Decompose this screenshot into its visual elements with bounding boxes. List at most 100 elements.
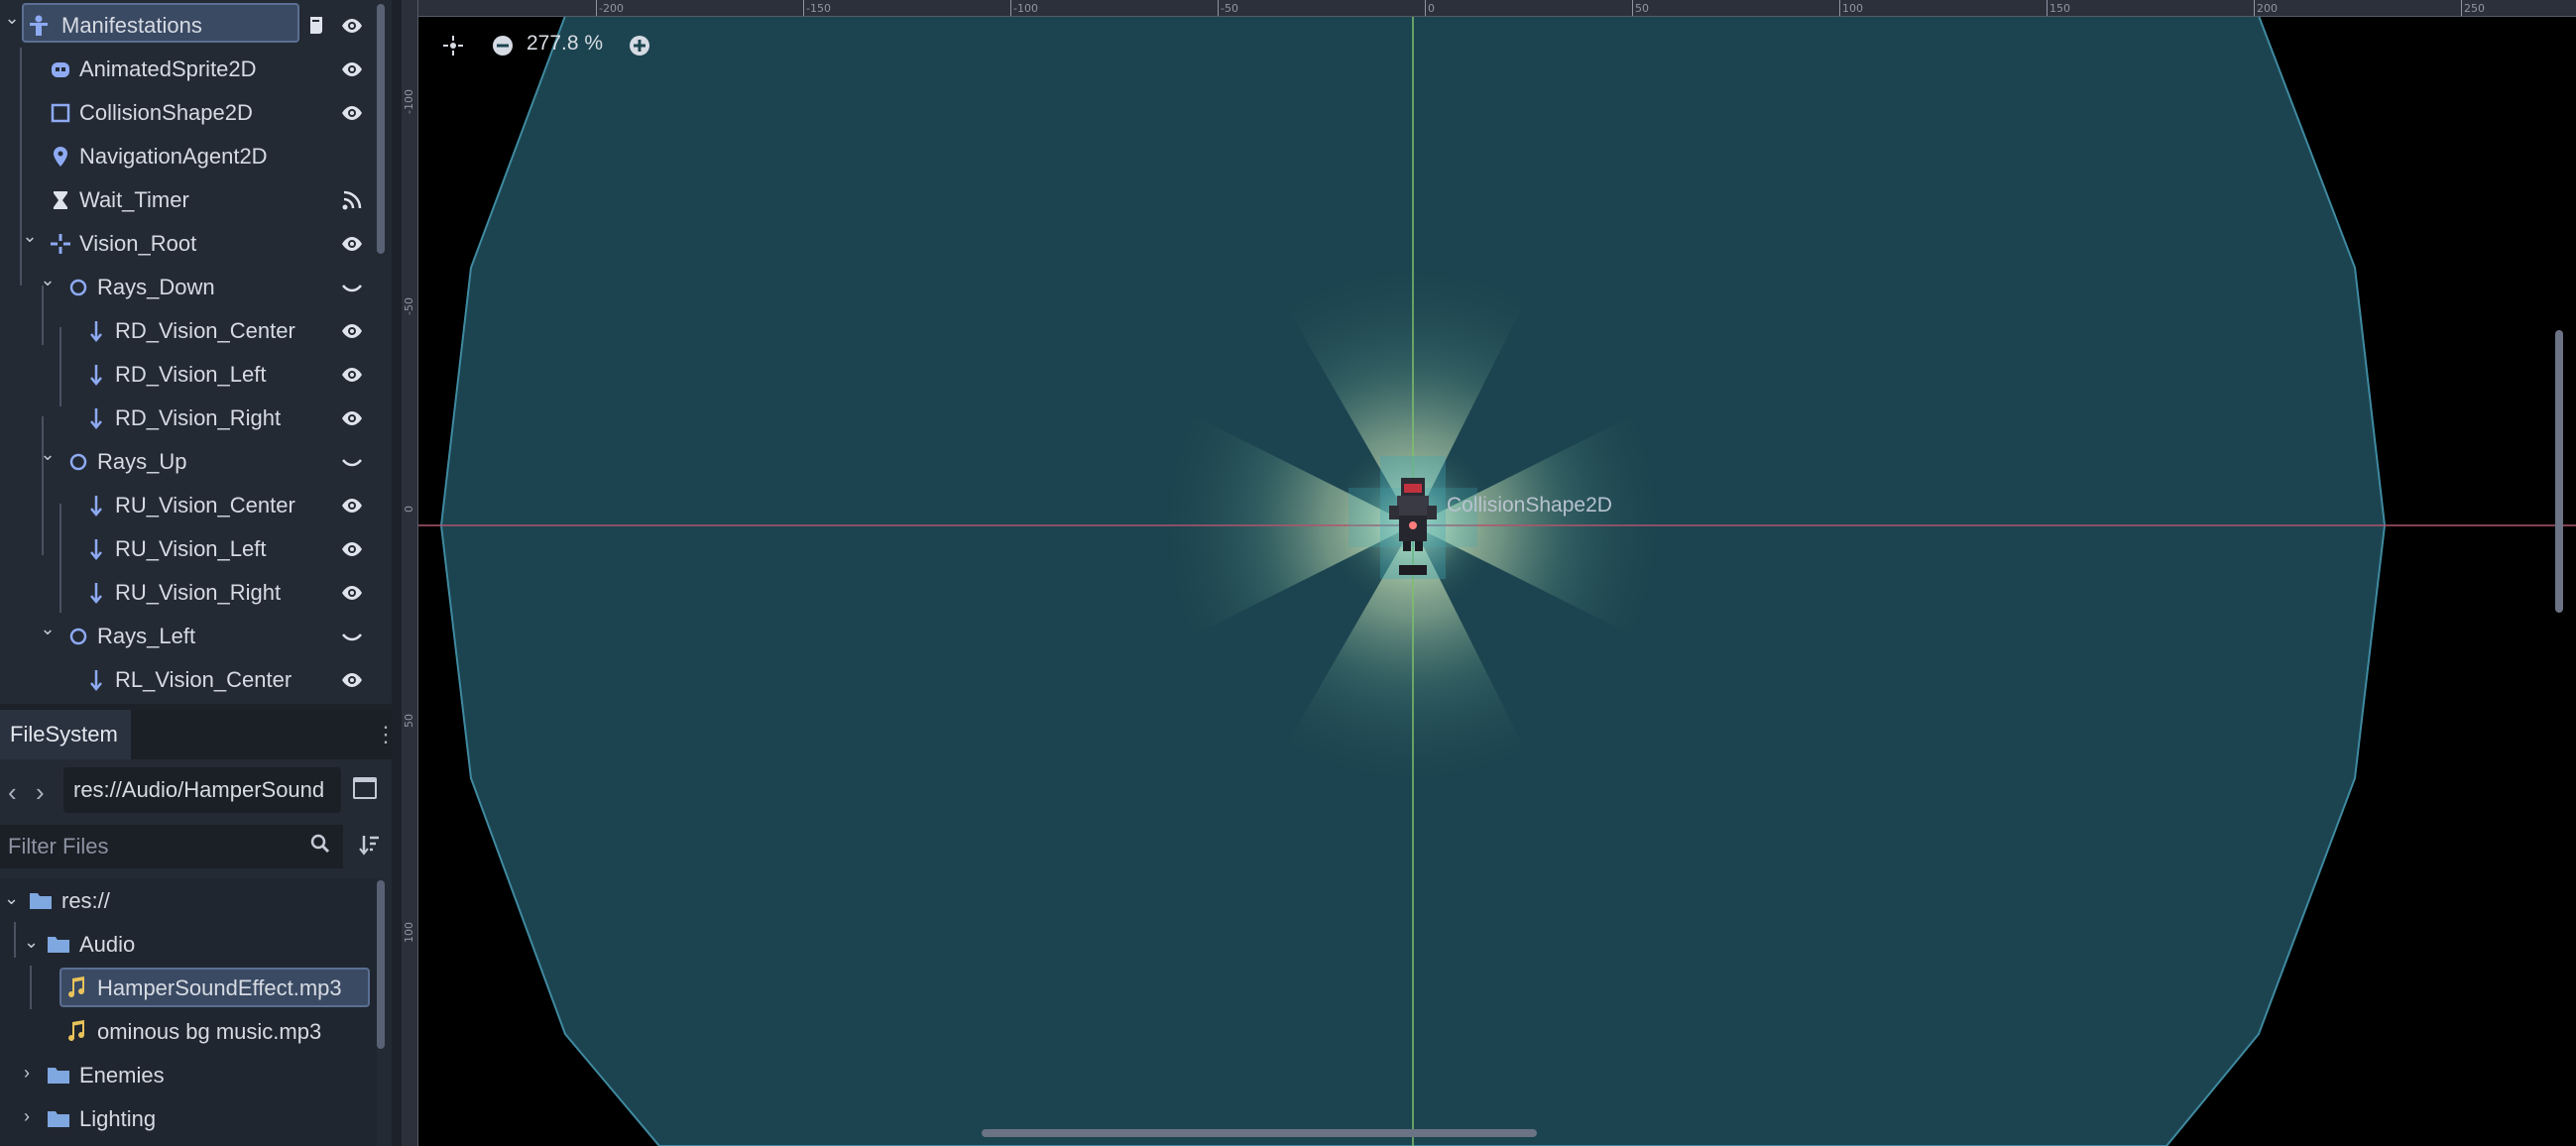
folder-icon	[28, 887, 54, 913]
visibility-eye-icon[interactable]	[337, 11, 367, 41]
scene-node-row[interactable]: ⌄ Rays_Left	[0, 615, 392, 658]
ruler-tick-label: -100	[403, 89, 415, 114]
folder-row[interactable]: › Lighting	[0, 1096, 377, 1140]
expand-arrow-icon[interactable]: ›	[24, 1106, 30, 1127]
collapse-arrow-icon[interactable]: ⌄	[20, 226, 40, 247]
expand-arrow-icon[interactable]: ›	[24, 1063, 30, 1084]
canvas-viewport[interactable]: CollisionShape2D -200 -150 -100 -50 0 50 100 15…	[402, 0, 2576, 1146]
ruler-tick-label: 0	[1428, 2, 1435, 15]
zoom-out-icon[interactable]	[491, 34, 515, 57]
collapse-arrow-icon[interactable]: ⌄	[4, 888, 19, 909]
scene-tree-scrollbar[interactable]	[377, 4, 385, 254]
visibility-hidden-icon[interactable]	[337, 273, 367, 302]
script-icon[interactable]	[301, 11, 331, 41]
filter-files-input[interactable]: Filter Files	[0, 825, 343, 868]
ruler-tick-label: 50	[403, 714, 415, 728]
zoom-level-label[interactable]: 277.8 %	[527, 32, 603, 56]
scene-node-label: Rays_Down	[97, 275, 215, 299]
sort-icon[interactable]	[359, 833, 381, 857]
file-label: Enemies	[79, 1063, 165, 1088]
scene-node-row[interactable]: CollisionShape2D	[0, 91, 392, 135]
filesystem-dock: FileSystem ⋮ ‹ › res://Audio/HamperSound…	[0, 710, 397, 1146]
tree-guide-line	[59, 504, 61, 613]
path-field[interactable]: res://Audio/HamperSound	[63, 767, 341, 813]
path-row: ‹ › res://Audio/HamperSound	[0, 761, 392, 821]
scene-node-row[interactable]: RL_Vision_Center	[0, 658, 392, 702]
forward-icon[interactable]: ›	[36, 777, 45, 808]
visibility-hidden-icon[interactable]	[337, 447, 367, 477]
dock-menu-icon[interactable]: ⋮	[375, 722, 397, 747]
collapse-arrow-icon[interactable]: ⌄	[38, 444, 58, 465]
back-icon[interactable]: ‹	[8, 777, 17, 808]
scene-node-row[interactable]: NavigationAgent2D	[0, 135, 392, 178]
ruler-tick-label: -50	[1221, 2, 1238, 15]
collapse-arrow-icon[interactable]: ⌄	[38, 619, 58, 639]
ruler-tick-mark	[2461, 0, 2462, 16]
scene-node-row-root[interactable]: ⌄ Manifestations	[0, 4, 392, 48]
ruler-tick-mark	[1632, 0, 1633, 16]
tree-guide-line	[42, 416, 44, 555]
scene-node-row[interactable]: Wait_Timer	[0, 178, 392, 222]
visibility-eye-icon[interactable]	[337, 491, 367, 520]
scene-canvas	[402, 0, 2576, 1146]
file-row[interactable]: ominous bg music.mp3	[0, 1009, 377, 1053]
scene-node-row[interactable]: AnimatedSprite2D	[0, 48, 392, 91]
tree-guide-line	[20, 48, 22, 286]
ruler-tick-label: -150	[806, 2, 831, 15]
scene-node-row[interactable]: ⌄ Vision_Root	[0, 222, 392, 266]
folder-row[interactable]: › Enemies	[0, 1053, 377, 1096]
search-icon	[310, 834, 330, 854]
visibility-eye-icon[interactable]	[337, 534, 367, 564]
raycast-arrow-icon	[83, 405, 109, 431]
center-view-icon[interactable]	[441, 34, 465, 57]
navigation-pin-icon	[48, 144, 73, 170]
folder-row[interactable]: ⌄ Audio	[0, 922, 377, 966]
filesystem-scrollbar[interactable]	[377, 880, 385, 1049]
collapse-arrow-icon[interactable]: ⌄	[2, 8, 22, 29]
ruler-tick-mark	[1010, 0, 1011, 16]
ruler-tick-mark	[2254, 0, 2255, 16]
scene-node-row[interactable]: ⌄ Rays_Down	[0, 266, 392, 309]
scene-node-label: NavigationAgent2D	[79, 144, 268, 169]
scene-node-label: RU_Vision_Center	[115, 493, 295, 517]
file-row[interactable]: HamperSoundEffect.mp3	[0, 966, 377, 1009]
circle-node-icon	[65, 624, 91, 649]
visibility-hidden-icon[interactable]	[337, 622, 367, 651]
scene-node-label: Wait_Timer	[79, 187, 189, 212]
ruler-tick-label: -50	[403, 297, 415, 315]
tab-filesystem[interactable]: FileSystem	[0, 710, 131, 759]
split-layout-icon[interactable]	[353, 777, 377, 799]
visibility-eye-icon[interactable]	[337, 665, 367, 695]
ruler-tick-label: 50	[1635, 2, 1649, 15]
visibility-eye-icon[interactable]	[337, 55, 367, 84]
scene-node-label: RD_Vision_Left	[115, 362, 267, 387]
visibility-eye-icon[interactable]	[337, 578, 367, 608]
collapse-arrow-icon[interactable]: ⌄	[24, 932, 39, 953]
scene-node-label: CollisionShape2D	[79, 100, 253, 125]
audio-file-icon	[63, 974, 89, 1000]
node2d-cross-icon	[48, 231, 73, 257]
ruler-tick-label: -200	[599, 2, 624, 15]
circle-node-icon	[65, 449, 91, 475]
visibility-eye-icon[interactable]	[337, 229, 367, 259]
folder-row[interactable]: ⌄ res://	[0, 878, 377, 922]
horizontal-ruler[interactable]: -200 -150 -100 -50 0 50 100 150 200 250	[402, 0, 2576, 17]
collapse-arrow-icon[interactable]: ⌄	[38, 270, 58, 290]
ruler-tick-mark	[596, 0, 597, 16]
visibility-eye-icon[interactable]	[337, 98, 367, 128]
signal-connection-icon[interactable]	[337, 185, 367, 215]
viewport-vertical-scrollbar[interactable]	[2555, 330, 2563, 613]
scene-node-row[interactable]: ⌄ Rays_Up	[0, 440, 392, 484]
folder-icon	[46, 1062, 71, 1088]
filesystem-tree: ⌄ res:// ⌄ Audio HamperSoundEffect.mp3 ominou…	[0, 878, 377, 1146]
ruler-tick-mark	[1425, 0, 1426, 16]
filter-row: Filter Files	[0, 821, 392, 872]
file-label: res://	[61, 888, 110, 913]
visibility-eye-icon[interactable]	[337, 360, 367, 390]
visibility-eye-icon[interactable]	[337, 403, 367, 433]
circle-node-icon	[65, 275, 91, 300]
visibility-eye-icon[interactable]	[337, 316, 367, 346]
vertical-ruler[interactable]: -100 -50 0 50 100	[402, 0, 418, 1146]
zoom-in-icon[interactable]	[628, 34, 651, 57]
viewport-horizontal-scrollbar[interactable]	[982, 1129, 1537, 1137]
